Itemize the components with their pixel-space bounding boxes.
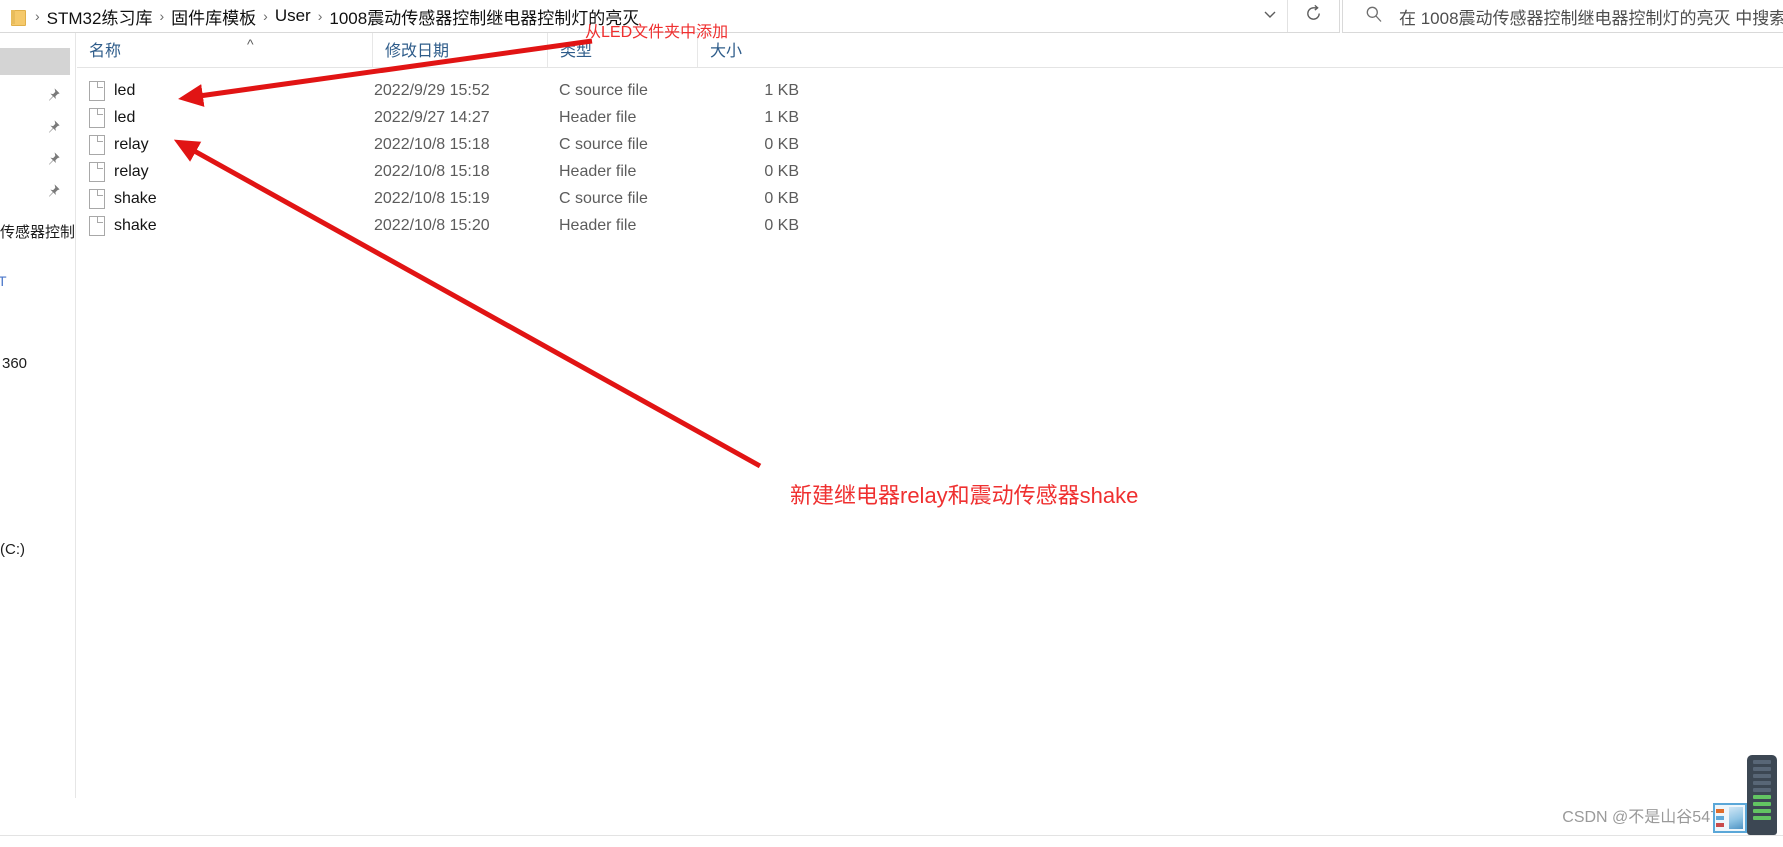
file-type-cell: Header file [559, 216, 637, 234]
search-input[interactable]: 在 1008震动传感器控制继电器控制灯的亮灭 中搜索 [1342, 0, 1783, 33]
table-row[interactable]: relay 2022/10/8 15:18 C source file 0 KB [77, 131, 1783, 158]
tray-bar-active [1753, 802, 1771, 806]
file-icon [89, 189, 105, 209]
tray-bar [1753, 774, 1771, 778]
tray-bar [1753, 788, 1771, 792]
chevron-down-icon [1262, 6, 1278, 27]
annotation-top-text: 从LED文件夹中添加 [585, 24, 729, 41]
table-row[interactable]: shake 2022/10/8 15:19 C source file 0 KB [77, 185, 1783, 212]
refresh-button[interactable] [1287, 0, 1339, 32]
table-row[interactable]: led 2022/9/27 14:27 Header file 1 KB [77, 104, 1783, 131]
breadcrumb-item-2[interactable]: User [270, 4, 316, 28]
status-bar [0, 835, 1783, 847]
search-placeholder-text: 在 1008震动传感器控制继电器控制灯的亮灭 中搜索 [1399, 8, 1783, 28]
file-icon [89, 216, 105, 236]
navigation-pane[interactable]: 传感器控制 T 360 (C:) [0, 33, 76, 798]
refresh-icon [1304, 4, 1323, 28]
pin-icon[interactable] [45, 183, 61, 199]
file-date-cell: 2022/9/29 15:52 [374, 81, 490, 99]
search-icon [1365, 5, 1383, 28]
file-size-cell: 0 KB [764, 189, 799, 207]
file-size-cell: 1 KB [764, 108, 799, 126]
tray-bar [1753, 760, 1771, 764]
file-name-cell[interactable]: shake [77, 216, 372, 236]
file-list-pane: 名称 ^ 修改日期 类型 大小 led 2022/9/29 15:52 C so… [77, 33, 1783, 798]
file-date-cell: 2022/9/27 14:27 [374, 108, 490, 126]
nav-item-drive-c[interactable]: (C:) [0, 541, 25, 558]
column-header-date-label: 修改日期 [385, 43, 450, 60]
file-type-cell: C source file [559, 81, 648, 99]
file-type-cell: C source file [559, 189, 648, 207]
tray-bar [1753, 767, 1771, 771]
file-name-cell[interactable]: led [77, 81, 372, 101]
system-tray-widget[interactable] [1747, 755, 1777, 835]
tray-bar-active [1753, 809, 1771, 813]
tray-bar-active [1753, 816, 1771, 820]
file-size-cell: 1 KB [764, 81, 799, 99]
pin-icon[interactable] [45, 119, 61, 135]
file-type-cell: C source file [559, 135, 648, 153]
nav-selected-highlight [0, 48, 70, 75]
file-icon [89, 135, 105, 155]
tray-bar-active [1753, 795, 1771, 799]
file-date-cell: 2022/10/8 15:19 [374, 189, 490, 207]
table-row[interactable]: led 2022/9/29 15:52 C source file 1 KB [77, 77, 1783, 104]
file-size-cell: 0 KB [764, 162, 799, 180]
breadcrumb-separator: › [159, 8, 165, 24]
breadcrumb: › STM32练习库 › 固件库模板 › User › 1008震动传感器控制继… [33, 2, 644, 31]
column-header-date[interactable]: 修改日期 [372, 33, 547, 67]
file-name-cell[interactable]: relay [77, 162, 372, 182]
file-name-label: shake [114, 216, 157, 234]
breadcrumb-item-1[interactable]: 固件库模板 [166, 2, 261, 31]
column-header-name[interactable]: 名称 ^ [77, 33, 372, 67]
file-name-cell[interactable]: relay [77, 135, 372, 155]
table-row[interactable]: shake 2022/10/8 15:20 Header file 0 KB [77, 212, 1783, 239]
file-explorer-window: › STM32练习库 › 固件库模板 › User › 1008震动传感器控制继… [0, 0, 1783, 847]
file-icon [89, 162, 105, 182]
file-name-label: relay [114, 162, 149, 180]
folder-icon [9, 9, 27, 26]
file-icon [89, 108, 105, 128]
column-header-name-label: 名称 [89, 43, 122, 60]
chevron-up-icon: ^ [247, 36, 254, 52]
pin-icon[interactable] [45, 87, 61, 103]
nav-item-360[interactable]: 360 [2, 355, 27, 372]
nav-item-t[interactable]: T [0, 273, 7, 289]
address-toolbar: › STM32练习库 › 固件库模板 › User › 1008震动传感器控制继… [0, 0, 1783, 33]
address-dropdown-button[interactable] [1253, 0, 1287, 32]
file-date-cell: 2022/10/8 15:20 [374, 216, 490, 234]
file-rows: led 2022/9/29 15:52 C source file 1 KB l… [77, 68, 1783, 239]
file-name-cell[interactable]: led [77, 108, 372, 128]
tray-bar [1753, 781, 1771, 785]
nav-item-sensor[interactable]: 传感器控制 [0, 221, 75, 242]
file-name-label: led [114, 81, 136, 99]
file-size-cell: 0 KB [764, 135, 799, 153]
file-name-label: led [114, 108, 136, 126]
annotation-bottom-text: 新建继电器relay和震动传感器shake [790, 483, 1139, 508]
file-name-label: relay [114, 135, 149, 153]
table-row[interactable]: relay 2022/10/8 15:18 Header file 0 KB [77, 158, 1783, 185]
breadcrumb-separator: › [317, 8, 323, 24]
file-size-cell: 0 KB [764, 216, 799, 234]
file-type-cell: Header file [559, 162, 637, 180]
file-name-label: shake [114, 189, 157, 207]
file-icon [89, 81, 105, 101]
file-date-cell: 2022/10/8 15:18 [374, 162, 490, 180]
breadcrumb-separator: › [263, 8, 268, 24]
file-type-cell: Header file [559, 108, 637, 126]
file-date-cell: 2022/10/8 15:18 [374, 135, 490, 153]
breadcrumb-separator: › [35, 8, 40, 24]
file-name-cell[interactable]: shake [77, 189, 372, 209]
column-header-row: 名称 ^ 修改日期 类型 大小 [77, 33, 1783, 68]
pin-icon[interactable] [45, 151, 61, 167]
breadcrumb-item-0[interactable]: STM32练习库 [42, 2, 158, 31]
watermark-badge-icon [1713, 803, 1747, 833]
watermark-text: CSDN @不是山谷547 [1562, 809, 1719, 826]
